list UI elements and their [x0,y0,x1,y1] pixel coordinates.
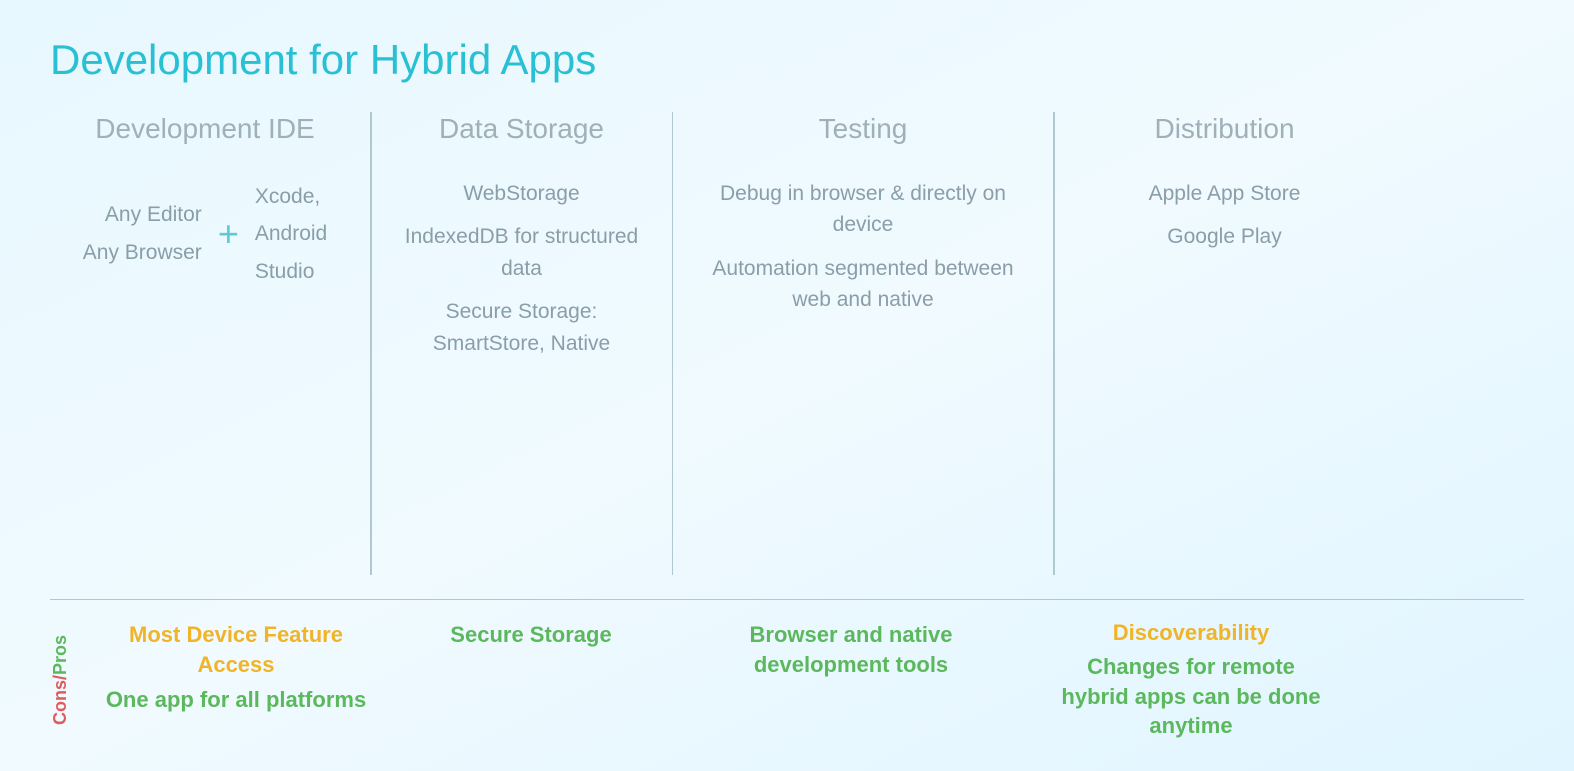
data-con: Secure Storage [450,620,611,650]
page-title: Development for Hybrid Apps [50,36,1524,84]
pros-cons-label: Cons / Pros [50,635,71,725]
dev-ide-header: Development IDE [95,112,314,146]
dev-left-labels: Any Editor Any Browser [83,196,202,272]
pros-label: Pros [50,635,71,675]
distribution-pros-cons: Discoverability Changes for remote hybri… [1031,620,1351,741]
data-storage-content: WebStorage IndexedDB for structured data… [402,178,642,360]
dev-ide-column: Development IDE Any Editor Any Browser +… [50,112,360,575]
distribution-item-1: Apple App Store [1149,178,1301,210]
browser-label: Any Browser [83,234,202,272]
divider-3 [1053,112,1055,575]
editor-label: Any Editor [83,196,202,234]
data-storage-header: Data Storage [439,112,604,146]
testing-item-1: Debug in browser & directly on device [703,178,1023,241]
divider-2 [672,112,674,575]
testing-pros-cons: Browser and native development tools [671,620,1031,741]
divider-1 [370,112,372,575]
data-item-2: IndexedDB for structured data [402,221,642,284]
dist-con: Changes for remote hybrid apps can be do… [1051,652,1331,741]
testing-header: Testing [819,112,908,146]
xcode-label: Xcode, [255,178,327,216]
bottom-columns: Most Device Feature Access One app for a… [81,620,1524,741]
slash-label: / [50,675,71,680]
distribution-header: Distribution [1154,112,1294,146]
plus-sign: + [218,207,239,261]
data-item-3: Secure Storage: SmartStore, Native [402,296,642,359]
testing-item-2: Automation segmented between web and nat… [703,253,1023,316]
dist-pro: Discoverability [1113,620,1270,646]
distribution-column: Distribution Apple App Store Google Play [1065,112,1385,575]
distribution-content: Apple App Store Google Play [1149,178,1301,253]
dev-con: One app for all platforms [106,685,366,715]
data-item-1: WebStorage [463,178,579,210]
data-storage-column: Data Storage WebStorage IndexedDB for st… [382,112,662,575]
android-label: Android [255,215,327,253]
studio-label: Studio [255,253,327,291]
page: Development for Hybrid Apps Development … [0,0,1574,771]
testing-con: Browser and native development tools [691,620,1011,679]
testing-column: Testing Debug in browser & directly on d… [683,112,1043,575]
cons-label: Cons [50,680,71,725]
dev-ide-row: Any Editor Any Browser + Xcode, Android … [83,178,327,291]
pros-cons-section: Cons / Pros Most Device Feature Access O… [50,600,1524,741]
dev-right-labels: Xcode, Android Studio [255,178,327,291]
data-pros-cons: Secure Storage [391,620,671,741]
dev-pros-cons: Most Device Feature Access One app for a… [81,620,391,741]
distribution-item-2: Google Play [1167,221,1281,253]
dev-ide-content: Any Editor Any Browser + Xcode, Android … [83,178,327,291]
dev-pro: Most Device Feature Access [101,620,371,679]
top-section: Development IDE Any Editor Any Browser +… [50,112,1524,600]
testing-content: Debug in browser & directly on device Au… [703,178,1023,316]
